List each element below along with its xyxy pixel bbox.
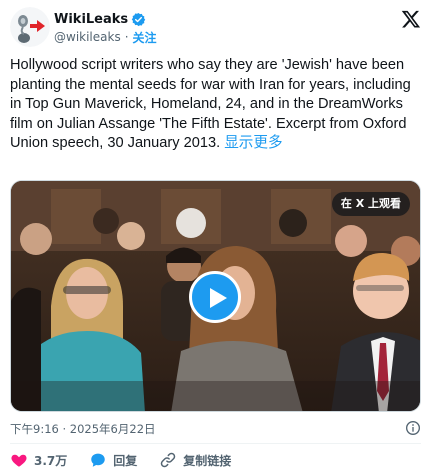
like-count: 3.7万: [34, 453, 68, 468]
separator-dot: ·: [124, 30, 129, 44]
display-name[interactable]: WikiLeaks: [54, 12, 128, 27]
tweet-text: Hollywood script writers who say they ar…: [10, 56, 420, 154]
reply-bubble-icon: [91, 453, 106, 467]
video-player[interactable]: 在 X 上观看: [10, 180, 421, 412]
wikileaks-logo-icon: [10, 7, 50, 47]
copy-link-button[interactable]: 复制链接: [159, 451, 231, 469]
link-icon: [161, 452, 176, 468]
play-icon: [210, 288, 227, 308]
heart-icon: [11, 454, 27, 467]
follow-button[interactable]: 关注: [133, 29, 157, 46]
handle[interactable]: @wikileaks: [54, 30, 121, 44]
avatar[interactable]: [10, 7, 50, 47]
timestamp[interactable]: 下午9:16 · 2025年6月22日: [10, 421, 156, 437]
play-button[interactable]: [189, 271, 241, 323]
x-logo-icon[interactable]: [401, 9, 421, 29]
watch-on-x-button[interactable]: 在 X 上观看: [331, 192, 410, 216]
copy-link-label: 复制链接: [183, 453, 232, 468]
reply-button[interactable]: 回复: [89, 451, 137, 469]
action-bar: 3.7万 回复 复制链接: [10, 450, 253, 470]
info-icon[interactable]: [405, 420, 421, 436]
verified-badge-icon: [131, 12, 146, 26]
name-row: WikiLeaks: [54, 10, 146, 28]
tweet-body: Hollywood script writers who say they ar…: [10, 57, 411, 152]
reply-label: 回复: [113, 453, 138, 468]
like-button[interactable]: 3.7万: [10, 451, 67, 469]
handle-row: @wikileaks · 关注: [54, 29, 157, 45]
timestamp-row: 下午9:16 · 2025年6月22日: [10, 420, 421, 438]
divider: [10, 443, 421, 444]
tweet-header: WikiLeaks @wikileaks · 关注: [10, 6, 421, 48]
show-more-link[interactable]: 显示更多: [224, 135, 282, 151]
